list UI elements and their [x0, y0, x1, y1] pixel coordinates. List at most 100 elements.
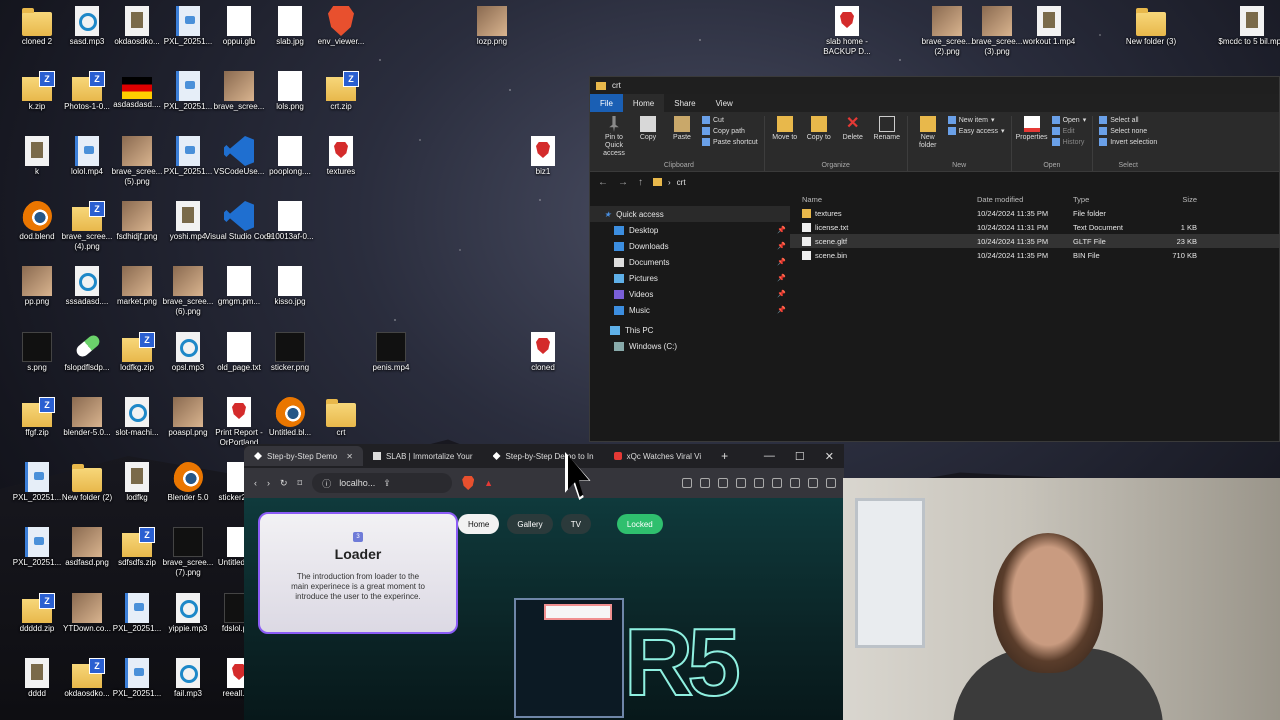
- desktop-icon[interactable]: 910013af-0...: [253, 201, 327, 263]
- desktop-icon[interactable]: crt.zip: [304, 71, 378, 133]
- easy-access-button[interactable]: Easy access ▾: [947, 127, 1005, 135]
- column-type[interactable]: Type: [1073, 195, 1151, 204]
- desktop-icon[interactable]: slab home - BACKUP D...: [810, 6, 884, 68]
- edit-button[interactable]: Edit: [1051, 127, 1087, 135]
- file-row[interactable]: scene.gltf 10/24/2024 11:35 PM GLTF File…: [790, 234, 1279, 248]
- select-none-button[interactable]: Select none: [1099, 127, 1157, 135]
- site-info-icon[interactable]: ⓘ: [322, 477, 331, 490]
- file-row[interactable]: scene.bin 10/24/2024 11:35 PM BIN File 7…: [790, 248, 1279, 262]
- nav-desktop[interactable]: Desktop 📌: [590, 222, 790, 238]
- sidebar-icon[interactable]: [808, 478, 818, 488]
- close-tab-icon[interactable]: ✕: [346, 452, 353, 461]
- file-row[interactable]: license.txt 10/24/2024 11:31 PM Text Doc…: [790, 220, 1279, 234]
- extension-icon[interactable]: [754, 478, 764, 488]
- select-all-button[interactable]: Select all: [1099, 116, 1157, 124]
- cut-button[interactable]: Cut: [702, 116, 758, 124]
- nav-downloads[interactable]: Downloads 📌: [590, 238, 790, 254]
- extension-icon[interactable]: [736, 478, 746, 488]
- desktop-icon[interactable]: kisso.jpg: [253, 266, 327, 328]
- desktop-icon[interactable]: lozp.png: [455, 6, 529, 68]
- delete-button[interactable]: ✕ Delete: [839, 116, 867, 142]
- minimize-icon[interactable]: —: [764, 450, 775, 463]
- desktop-icon[interactable]: workout 1.mp4: [1012, 6, 1086, 68]
- back-icon[interactable]: ‹: [254, 478, 257, 488]
- new-item-button[interactable]: New item ▾: [947, 116, 1005, 124]
- locked-button[interactable]: Locked: [616, 514, 663, 534]
- tab-share[interactable]: Share: [664, 94, 705, 112]
- bookmark-icon[interactable]: ⌑: [298, 478, 303, 489]
- copy-button[interactable]: Copy: [634, 116, 662, 142]
- document-icon: [614, 257, 624, 267]
- desktop-icon[interactable]: $mcdc to 5 bil.mp4: [1215, 6, 1280, 68]
- desktop-icon[interactable]: New folder (3): [1114, 6, 1188, 68]
- paste-icon: [674, 116, 690, 132]
- column-size[interactable]: Size: [1151, 195, 1197, 204]
- tab-view[interactable]: View: [706, 94, 743, 112]
- brave-rewards-icon[interactable]: ▲: [484, 478, 493, 488]
- desktop-icon-label: lols.png: [276, 102, 304, 111]
- open-button[interactable]: Open ▾: [1051, 116, 1086, 124]
- organize-group: Move to Copy to ✕ Delete Rename Organize: [765, 116, 908, 171]
- extension-icon[interactable]: [700, 478, 710, 488]
- new-folder-button[interactable]: New folder: [914, 116, 942, 150]
- desktop-icon[interactable]: penis.mp4: [354, 332, 428, 394]
- copy-path-button[interactable]: Copy path: [702, 127, 758, 135]
- browser-tab[interactable]: Step-by-Step Demo ✕: [244, 446, 363, 466]
- back-arrow-icon[interactable]: ←: [598, 177, 608, 188]
- invert-selection-button[interactable]: Invert selection: [1099, 138, 1157, 146]
- folder-file-icon: [72, 464, 102, 492]
- desktop-icon[interactable]: env_viewer...: [304, 6, 378, 68]
- desktop-icon[interactable]: sticker.png: [253, 332, 327, 394]
- close-icon[interactable]: ✕: [825, 450, 834, 463]
- brave-shields-icon[interactable]: [462, 476, 475, 490]
- desktop-icon[interactable]: textures: [304, 136, 378, 198]
- tab-file[interactable]: File: [590, 94, 623, 112]
- paste-shortcut-button[interactable]: Paste shortcut: [702, 138, 758, 146]
- nav-pictures[interactable]: Pictures 📌: [590, 270, 790, 286]
- select-none-icon: [1099, 127, 1108, 135]
- copy-to-button[interactable]: Copy to: [805, 116, 833, 142]
- paste-button[interactable]: Paste: [668, 116, 696, 142]
- zip-file-icon: [122, 527, 155, 557]
- column-name[interactable]: Name: [790, 195, 977, 204]
- forward-arrow-icon[interactable]: →: [618, 177, 628, 188]
- browser-tab[interactable]: SLAB | Immortalize Your: [363, 446, 483, 466]
- nav-gallery-button[interactable]: Gallery: [507, 514, 553, 534]
- zip-file-icon: [72, 201, 105, 231]
- browser-tab[interactable]: xQc Watches Viral Vi: [604, 446, 712, 466]
- desktop-icon[interactable]: cloned: [506, 332, 580, 394]
- history-button[interactable]: History: [1051, 138, 1087, 146]
- extension-icon[interactable]: [682, 478, 692, 488]
- share-icon[interactable]: ⇪: [383, 478, 391, 489]
- nav-drive-c[interactable]: Windows (C:): [590, 338, 790, 354]
- properties-button[interactable]: Properties: [1016, 116, 1048, 142]
- reload-icon[interactable]: ↻: [280, 478, 288, 489]
- up-arrow-icon[interactable]: ↑: [638, 177, 643, 188]
- forward-icon[interactable]: ›: [267, 478, 270, 488]
- tab-home[interactable]: Home: [622, 94, 665, 112]
- url-bar[interactable]: ⓘ localho... ⇪: [312, 473, 453, 493]
- desktop-icon[interactable]: biz1: [506, 136, 580, 198]
- browser-tab[interactable]: Step-by-Step Demo to In: [483, 446, 604, 466]
- move-to-button[interactable]: Move to: [771, 116, 799, 142]
- nav-music[interactable]: Music 📌: [590, 302, 790, 318]
- nav-this-pc[interactable]: This PC: [590, 322, 790, 338]
- leo-icon[interactable]: [826, 478, 836, 488]
- column-date[interactable]: Date modified: [977, 195, 1073, 204]
- rename-button[interactable]: Rename: [873, 116, 901, 142]
- maximize-icon[interactable]: ☐: [795, 450, 805, 463]
- nav-tv-button[interactable]: TV: [560, 514, 591, 534]
- new-tab-button[interactable]: +: [711, 449, 738, 463]
- breadcrumb[interactable]: › crt: [653, 178, 686, 187]
- nav-documents[interactable]: Documents 📌: [590, 254, 790, 270]
- download-icon[interactable]: [772, 478, 782, 488]
- person-head: [993, 533, 1103, 673]
- video-file-icon: [25, 136, 49, 166]
- file-row[interactable]: textures 10/24/2024 11:35 PM File folder: [790, 206, 1279, 220]
- extension-icon[interactable]: [718, 478, 728, 488]
- music-icon[interactable]: [790, 478, 800, 488]
- pin-quick-access-button[interactable]: Pin to Quick access: [600, 116, 628, 158]
- nav-videos[interactable]: Videos 📌: [590, 286, 790, 302]
- nav-quick-access[interactable]: ★ Quick access: [590, 206, 790, 222]
- nav-home-button[interactable]: Home: [458, 514, 500, 534]
